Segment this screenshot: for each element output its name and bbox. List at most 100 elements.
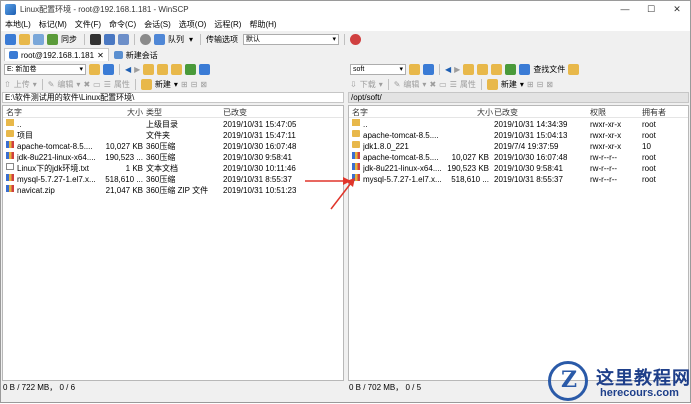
list-item[interactable]: apache-tomcat-8.5.... 2019/10/31 15:04:1… bbox=[349, 130, 688, 141]
menu-mark[interactable]: 标记(M) bbox=[35, 19, 71, 30]
menu-local[interactable]: 本地(L) bbox=[1, 19, 35, 30]
minimize-button[interactable]: — bbox=[612, 1, 638, 17]
find-files-button[interactable]: 查找文件 bbox=[533, 64, 565, 75]
sync-icon[interactable] bbox=[47, 33, 58, 45]
download-button[interactable]: 下载 bbox=[360, 79, 376, 90]
parent-dir-icon[interactable] bbox=[463, 63, 475, 75]
menu-command[interactable]: 命令(C) bbox=[105, 19, 140, 30]
list-item[interactable]: 项目 文件夹 2019/10/31 15:47:11 bbox=[3, 130, 343, 141]
list-item[interactable]: jdk-8u221-linux-x64.... 190,523 KB 2019/… bbox=[349, 163, 688, 174]
col-size-header[interactable]: 大小 bbox=[477, 107, 493, 118]
col-name-header[interactable]: 名字 bbox=[6, 107, 22, 118]
refresh-icon[interactable] bbox=[505, 63, 517, 75]
select-all-icon[interactable]: ⊞ bbox=[181, 80, 188, 89]
col-name-header[interactable]: 名字 bbox=[352, 107, 368, 118]
forward-icon[interactable]: ▶ bbox=[134, 65, 140, 74]
rename-icon[interactable]: ▭ bbox=[439, 80, 447, 89]
edit-button[interactable]: 编辑 bbox=[57, 79, 73, 90]
find-icon[interactable] bbox=[199, 63, 211, 75]
remote-path-bar[interactable]: /opt/soft/ bbox=[348, 92, 689, 103]
delete-icon[interactable]: ✖ bbox=[429, 80, 436, 89]
refresh-icon[interactable] bbox=[185, 63, 197, 75]
list-item[interactable]: .. 上级目录 2019/10/31 15:47:05 bbox=[3, 119, 343, 130]
back-icon[interactable]: ◀ bbox=[445, 65, 451, 74]
new-dropdown[interactable]: ▾ bbox=[520, 80, 524, 89]
list-item[interactable]: jdk1.8.0_221 2019/7/4 19:37:59 rwxr-xr-x… bbox=[349, 141, 688, 152]
sync-button[interactable]: 同步 bbox=[61, 34, 77, 45]
col-owner-header[interactable]: 拥有者 bbox=[642, 107, 666, 118]
terminal-icon[interactable] bbox=[90, 33, 101, 45]
rename-icon[interactable]: ▭ bbox=[93, 80, 101, 89]
col-size-header[interactable]: 大小 bbox=[127, 107, 143, 118]
folder-icon[interactable] bbox=[19, 33, 30, 45]
close-tab-icon[interactable]: ✕ bbox=[97, 51, 104, 60]
queue-dropdown[interactable]: ▾ bbox=[189, 35, 193, 44]
home-dir-icon[interactable] bbox=[491, 63, 503, 75]
list-item[interactable]: mysql-5.7.27-1.el7.x... 518,610 ... 360压… bbox=[3, 174, 343, 185]
add-icon[interactable] bbox=[5, 33, 16, 45]
upload-dropdown[interactable]: ▾ bbox=[33, 80, 37, 89]
new-button[interactable]: 新建 bbox=[155, 79, 171, 90]
tab-new-session[interactable]: 新建会话 bbox=[108, 48, 163, 61]
globe-icon[interactable] bbox=[350, 33, 362, 45]
local-path-bar[interactable]: E:\软件测试用的软件\Linux配置环境\ bbox=[2, 92, 344, 103]
filter-icon[interactable] bbox=[423, 63, 434, 75]
list-item[interactable]: Linux下的jdk环境.txt 1 KB 文本文档 2019/10/30 10… bbox=[3, 163, 343, 174]
properties-button[interactable]: 属性 bbox=[460, 79, 476, 90]
properties-button[interactable]: 属性 bbox=[114, 79, 130, 90]
list-item[interactable]: mysql-5.7.27-1.el7.x... 518,610 ... 2019… bbox=[349, 174, 688, 185]
deselect-icon[interactable]: ⊟ bbox=[537, 80, 544, 89]
queue-button[interactable]: 队列 bbox=[168, 34, 184, 45]
close-button[interactable]: ✕ bbox=[664, 1, 690, 17]
menu-remote[interactable]: 远程(R) bbox=[210, 19, 245, 30]
list-item[interactable]: navicat.zip 21,047 KB 360压缩 ZIP 文件 2019/… bbox=[3, 185, 343, 196]
toolbar-separator bbox=[84, 33, 85, 45]
parent-dir-icon[interactable] bbox=[143, 63, 155, 75]
delete-icon[interactable]: ✖ bbox=[83, 80, 90, 89]
monitor-icon[interactable] bbox=[118, 33, 129, 45]
queue-icon[interactable] bbox=[154, 33, 165, 45]
compare-icon[interactable] bbox=[33, 33, 44, 45]
local-drive-select[interactable]: E: 新加卷 bbox=[4, 63, 86, 75]
list-item[interactable]: .. 2019/10/31 14:34:39 rwxr-xr-x root bbox=[349, 119, 688, 130]
edit-dropdown[interactable]: ▾ bbox=[76, 80, 80, 89]
download-dropdown[interactable]: ▾ bbox=[379, 80, 383, 89]
maximize-button[interactable]: ☐ bbox=[638, 1, 664, 17]
root-dir-icon[interactable] bbox=[477, 63, 489, 75]
open-folder-icon[interactable] bbox=[89, 63, 100, 75]
list-item[interactable]: apache-tomcat-8.5.... 10,027 KB 2019/10/… bbox=[349, 152, 688, 163]
home-dir-icon[interactable] bbox=[171, 63, 183, 75]
transfer-preset-select[interactable]: 默认 bbox=[243, 33, 340, 45]
list-item[interactable]: jdk-8u221-linux-x64.... 190,523 ... 360压… bbox=[3, 152, 343, 163]
new-dropdown[interactable]: ▾ bbox=[174, 80, 178, 89]
upload-button[interactable]: 上传 bbox=[14, 79, 30, 90]
col-type-header[interactable]: 类型 bbox=[146, 107, 162, 118]
invert-selection-icon[interactable]: ⊠ bbox=[200, 80, 207, 89]
menu-session[interactable]: 会话(S) bbox=[140, 19, 175, 30]
tab-session[interactable]: root@192.168.1.181 ✕ bbox=[4, 48, 109, 61]
new-button[interactable]: 新建 bbox=[501, 79, 517, 90]
col-modified-header[interactable]: 已改变 bbox=[494, 107, 518, 118]
settings-icon[interactable] bbox=[140, 33, 151, 45]
col-perms-header[interactable]: 权限 bbox=[590, 107, 606, 118]
remote-dir-select[interactable]: soft bbox=[350, 63, 406, 75]
putty-icon[interactable] bbox=[104, 33, 115, 45]
edit-dropdown[interactable]: ▾ bbox=[422, 80, 426, 89]
file-name: jdk1.8.0_221 bbox=[363, 142, 409, 151]
deselect-icon[interactable]: ⊟ bbox=[191, 80, 198, 89]
menu-options[interactable]: 选项(O) bbox=[175, 19, 211, 30]
menu-file[interactable]: 文件(F) bbox=[71, 19, 105, 30]
list-item[interactable]: apache-tomcat-8.5.... 10,027 KB 360压缩 20… bbox=[3, 141, 343, 152]
forward-icon[interactable]: ▶ bbox=[454, 65, 460, 74]
back-icon[interactable]: ◀ bbox=[125, 65, 131, 74]
root-dir-icon[interactable] bbox=[157, 63, 169, 75]
file-modified: 2019/10/31 15:47:05 bbox=[223, 120, 297, 129]
open-folder-icon[interactable] bbox=[409, 63, 420, 75]
menu-help[interactable]: 帮助(H) bbox=[245, 19, 280, 30]
edit-button[interactable]: 编辑 bbox=[403, 79, 419, 90]
col-modified-header[interactable]: 已改变 bbox=[223, 107, 247, 118]
filter-icon[interactable] bbox=[103, 63, 114, 75]
extra-icon[interactable] bbox=[568, 63, 580, 75]
invert-selection-icon[interactable]: ⊠ bbox=[546, 80, 553, 89]
select-all-icon[interactable]: ⊞ bbox=[527, 80, 534, 89]
